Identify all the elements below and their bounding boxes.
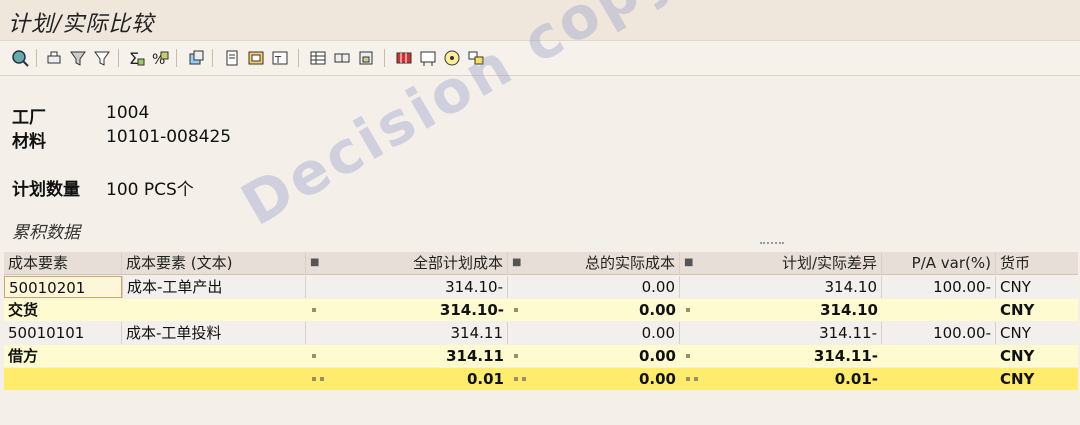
currency-cell: CNY — [1000, 370, 1035, 388]
print-icon[interactable] — [44, 48, 64, 68]
svg-text:T: T — [274, 55, 282, 66]
window-title: 计划/实际比较 — [8, 12, 155, 37]
cost-element-text-cell: 成本-工单投料 — [122, 322, 306, 344]
overhead-icon[interactable] — [466, 48, 486, 68]
actual-cost-cell: 0.00 — [508, 322, 680, 344]
export-icon[interactable] — [186, 48, 206, 68]
cost-element-icon[interactable] — [418, 48, 438, 68]
splitter-handle[interactable] — [760, 242, 784, 248]
variance-cell: 0.01- — [834, 370, 878, 388]
cost-element-cell — [4, 368, 122, 390]
subtotal-row[interactable]: 交货 314.10- 0.00 314.10 CNY — [4, 299, 1078, 321]
word-icon[interactable]: T — [270, 48, 290, 68]
plant-label: 工厂 — [12, 108, 46, 128]
plan-cost-cell: 0.01 — [466, 370, 504, 388]
material-label: 材料 — [12, 132, 46, 152]
actual-cost-cell: 0.00 — [638, 301, 676, 319]
actual-cost-cell: 0.00 — [638, 347, 676, 365]
sum-marker-icon: ■ — [310, 257, 320, 268]
cost-structure-icon[interactable] — [442, 48, 462, 68]
pa-var-cell: 100.00- — [882, 276, 996, 298]
currency-cell: CNY — [1000, 278, 1031, 296]
cost-element-cell[interactable]: 50010201 — [4, 276, 122, 298]
col-currency[interactable]: 货币 — [996, 252, 1078, 274]
cost-element-cell[interactable]: 50010101 — [4, 322, 122, 344]
save-layout-icon[interactable] — [356, 48, 376, 68]
toolbar: Σ % T — [0, 41, 1080, 76]
col-total-actual[interactable]: 总的实际成本 — [508, 252, 680, 274]
col-cost-element[interactable]: 成本要素 — [4, 252, 122, 274]
variance-cell: 314.11- — [680, 322, 882, 344]
plan-cost-cell: 314.10- — [306, 276, 508, 298]
total-row[interactable]: 0.01 0.00 0.01- CNY — [4, 368, 1078, 390]
actual-cost-cell: 0.00 — [508, 276, 680, 298]
table-header: 成本要素 成本要素 (文本) ■ 全部计划成本 ■ 总的实际成本 ■ 计划/实际… — [4, 252, 1078, 275]
material-value: 10101-008425 — [106, 127, 232, 147]
plant-value: 1004 — [106, 103, 150, 123]
subtotal-row[interactable]: 借方 314.11 0.00 314.11- CNY — [4, 345, 1078, 367]
cost-element-cell: 交货 — [8, 301, 39, 319]
table-row[interactable]: 50010201 成本-工单产出 314.10- 0.00 314.10 100… — [4, 276, 1078, 298]
currency-cell: CNY — [1000, 324, 1031, 342]
variance-cell: 314.11- — [813, 347, 878, 365]
local-file-icon[interactable] — [222, 48, 242, 68]
col-pa-var[interactable]: P/A var(%) — [882, 252, 996, 274]
plan-cost-cell: 314.11 — [306, 322, 508, 344]
col-variance[interactable]: 计划/实际差异 — [680, 252, 882, 274]
section-title: 累积数据 — [12, 223, 80, 243]
layout-icon[interactable] — [308, 48, 328, 68]
spreadsheet-icon[interactable] — [246, 48, 266, 68]
plan-cost-cell: 314.11 — [446, 347, 504, 365]
details-icon[interactable] — [10, 48, 30, 68]
pa-var-cell: 100.00- — [882, 322, 996, 344]
set-filter-icon[interactable] — [92, 48, 112, 68]
table-row[interactable]: 50010101 成本-工单投料 314.11 0.00 314.11- 100… — [4, 322, 1078, 344]
pa-var-cell — [882, 299, 996, 321]
actual-cost-cell: 0.00 — [638, 370, 676, 388]
title-bar: 计划/实际比较 — [0, 0, 1080, 41]
planned-qty-value: 100 PCS个 — [106, 180, 194, 200]
pa-var-cell — [882, 345, 996, 367]
variance-cell: 314.10 — [680, 276, 882, 298]
grid-icon[interactable] — [394, 48, 414, 68]
variance-cell: 314.10 — [820, 301, 878, 319]
sum-icon[interactable]: Σ — [126, 48, 146, 68]
col-cost-element-text[interactable]: 成本要素 (文本) — [122, 252, 306, 274]
filter-icon[interactable] — [68, 48, 88, 68]
currency-cell: CNY — [1000, 301, 1035, 319]
planned-qty-label: 计划数量 — [12, 180, 80, 200]
col-total-plan[interactable]: 全部计划成本 — [322, 252, 508, 274]
plan-cost-cell: 314.10- — [439, 301, 504, 319]
cost-element-text-cell: 成本-工单产出 — [122, 276, 306, 298]
pa-var-cell — [882, 368, 996, 390]
select-layout-icon[interactable] — [332, 48, 352, 68]
cost-element-cell: 借方 — [8, 347, 39, 365]
subtotal-icon[interactable]: % — [150, 48, 170, 68]
currency-cell: CNY — [1000, 347, 1035, 365]
